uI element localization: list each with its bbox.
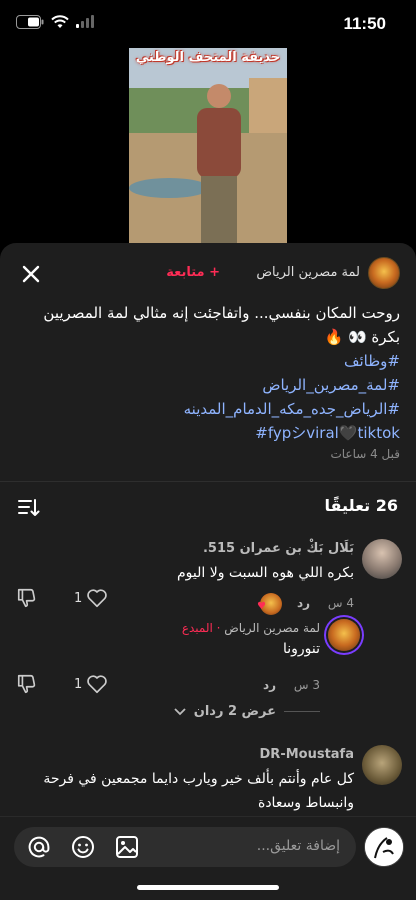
chevron-down-icon	[174, 707, 186, 715]
video-caption: حديقة المتحف الوطني	[135, 50, 281, 65]
reply-meta: 3 س رد	[263, 678, 320, 692]
sort-button[interactable]	[18, 498, 40, 522]
reply-author-name[interactable]: لمة مصرين الرياض · المبدع	[182, 621, 320, 635]
heart-icon[interactable]	[86, 673, 108, 695]
comment-text: كل عام وأنتم بألف خير ويارب دايما مجمعين…	[43, 771, 354, 811]
post-author-name[interactable]: لمة مصرين الرياض	[256, 265, 360, 280]
view-replies-line	[284, 711, 320, 712]
comments-count: 26 تعليقًا	[324, 496, 398, 515]
follow-button[interactable]: + متابعة	[166, 265, 220, 280]
reply-author-label: لمة مصرين الرياض	[224, 621, 320, 635]
creator-heart-icon: ♥	[257, 601, 266, 612]
reply-author-avatar[interactable]	[328, 619, 360, 651]
reply-text: تنورونا	[282, 641, 320, 657]
comment-input-bar: إضافة تعليق...	[0, 816, 416, 900]
mention-icon[interactable]	[26, 834, 52, 860]
reply-button[interactable]: رد	[263, 678, 276, 692]
post-time: قبل 4 ساعات	[330, 447, 400, 461]
reply-time: 3 س	[293, 678, 320, 692]
video-area[interactable]: حديقة المتحف الوطني	[0, 48, 416, 243]
dislike-icon[interactable]	[16, 587, 38, 609]
signal-icon	[76, 15, 94, 28]
dislike-icon[interactable]	[16, 673, 38, 695]
hashtag-link[interactable]: #وظائف	[16, 349, 400, 373]
hashtag-link[interactable]: #fypシviral🖤tiktok	[16, 421, 400, 445]
comment-item: بَلَال بَكْ بن عمران 515. بكره اللي هوه …	[0, 535, 416, 745]
heart-icon[interactable]	[86, 587, 108, 609]
reply-actions: 1	[16, 673, 108, 695]
comment-sheet: + متابعة لمة مصرين الرياض روحت المكان بن…	[0, 243, 416, 900]
commenter-name[interactable]: DR-Moustafa	[260, 747, 354, 762]
post-author-row: + متابعة لمة مصرين الرياض	[0, 257, 416, 291]
reply-button[interactable]: رد	[297, 596, 310, 610]
comments-header: 26 تعليقًا	[0, 496, 416, 522]
divider	[0, 481, 416, 482]
commenter-avatar[interactable]	[362, 745, 402, 785]
emoji-icon[interactable]	[70, 834, 96, 860]
sort-icon	[18, 499, 40, 516]
view-replies-button[interactable]: عرض 2 ردان	[174, 704, 320, 719]
comment-item: DR-Moustafa كل عام وأنتم بألف خير ويارب …	[0, 743, 416, 823]
post-description-text: روحت المكان بنفسي... واتفاجئت إنه مثالي …	[43, 304, 400, 346]
comment-input[interactable]: إضافة تعليق...	[14, 827, 356, 867]
status-time: 11:50	[343, 14, 386, 33]
image-icon[interactable]	[114, 834, 140, 860]
current-user-avatar	[364, 827, 404, 867]
wifi-icon	[51, 15, 69, 28]
battery-icon	[16, 15, 44, 29]
status-bar: 11:50	[0, 0, 416, 48]
commenter-avatar[interactable]	[362, 539, 402, 579]
like-count: 1	[74, 676, 83, 692]
hashtag-link[interactable]: #لمة_مصرين_الرياض	[16, 373, 400, 397]
status-icons	[16, 15, 94, 29]
comment-actions: 1	[16, 587, 108, 609]
close-icon	[22, 265, 40, 283]
video-scene	[129, 48, 287, 243]
view-replies-label: عرض 2 ردان	[193, 704, 276, 719]
post-description: روحت المكان بنفسي... واتفاجئت إنه مثالي …	[16, 301, 400, 445]
video-thumbnail[interactable]: حديقة المتحف الوطني	[129, 48, 287, 243]
comment-meta: 4 س رد	[297, 596, 354, 610]
post-author-avatar[interactable]	[368, 257, 400, 289]
hashtag-link[interactable]: #الرياض_جده_مكه_الدمام_المدينه	[16, 397, 400, 421]
commenter-name[interactable]: بَلَال بَكْ بن عمران 515.	[203, 541, 354, 556]
creator-tag: · المبدع	[181, 621, 221, 635]
comment-text: بكره اللي هوه السبت ولا اليوم	[177, 565, 354, 581]
comment-time: 4 س	[327, 596, 354, 610]
home-indicator	[137, 885, 279, 890]
like-count: 1	[74, 590, 83, 606]
close-button[interactable]	[18, 261, 44, 287]
user-avatar-art	[365, 828, 403, 866]
comment-input-placeholder: إضافة تعليق...	[256, 838, 340, 854]
